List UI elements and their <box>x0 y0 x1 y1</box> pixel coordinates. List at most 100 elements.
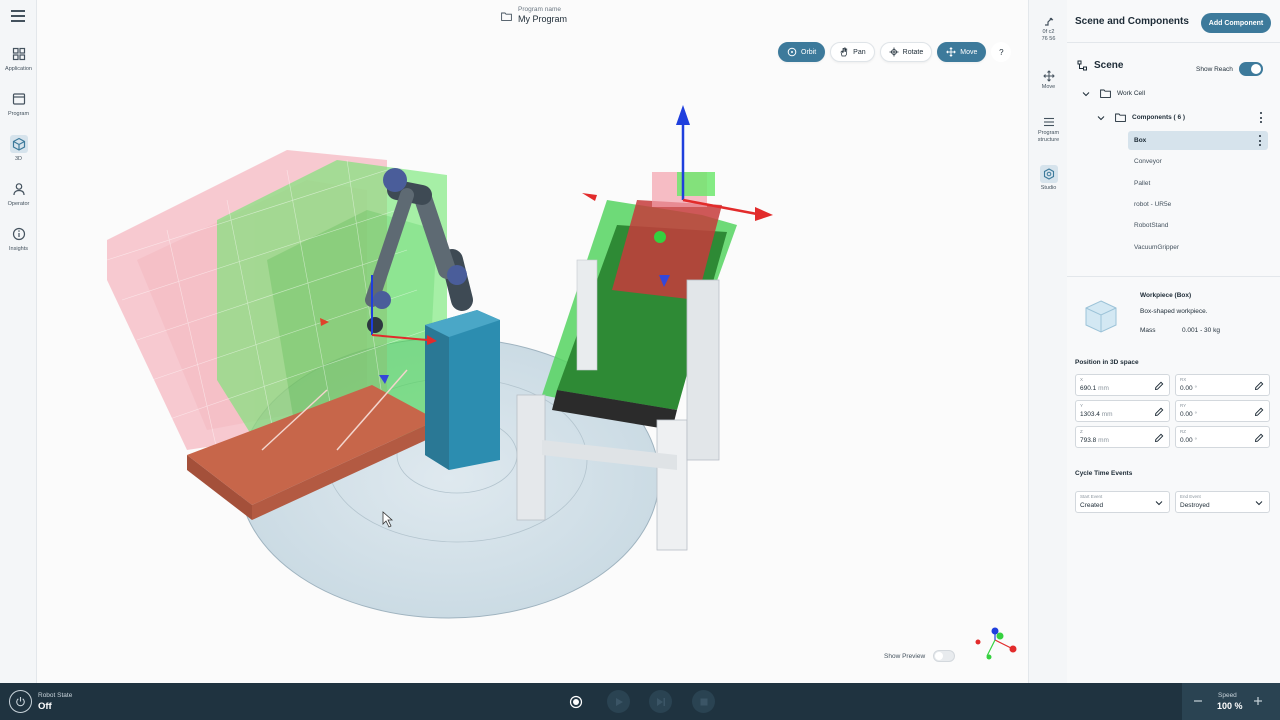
window-icon <box>12 93 25 105</box>
move-label: Move <box>960 48 978 56</box>
person-icon <box>12 183 25 196</box>
workpiece-description: Box-shaped workpiece. <box>1140 308 1208 315</box>
component-label: Pallet <box>1134 180 1151 187</box>
scene-canvas[interactable] <box>37 0 1028 683</box>
component-vacuumgripper[interactable]: VacuumGripper <box>1128 238 1268 257</box>
panel-divider <box>1067 42 1280 43</box>
nav-3d[interactable]: 3D <box>0 135 37 162</box>
z-field[interactable]: Z 793.8 mm <box>1075 426 1170 448</box>
rz-field[interactable]: RZ 0.00 ° <box>1175 426 1270 448</box>
tree-icon <box>1077 60 1087 71</box>
end-event-value: Destroyed <box>1180 502 1210 509</box>
pan-button[interactable]: Pan <box>830 42 875 62</box>
play-icon <box>615 697 623 706</box>
rotate-button[interactable]: Rotate <box>879 42 933 62</box>
y-field[interactable]: Y 1303.4 mm <box>1075 400 1170 422</box>
scene-title: Scene <box>1094 60 1124 71</box>
show-reach: Show Reach <box>1196 62 1263 76</box>
hexagon-icon <box>1043 168 1054 180</box>
stop-button[interactable] <box>692 690 715 713</box>
tree-components[interactable]: Components ( 6 ) <box>1097 113 1185 122</box>
x-field[interactable]: X 690.1 mm <box>1075 374 1170 396</box>
x-unit: mm <box>1096 385 1109 392</box>
pencil-icon[interactable] <box>1254 433 1264 443</box>
y-value: 1303.4 <box>1080 411 1100 418</box>
speed-label: Speed <box>1218 692 1237 699</box>
show-preview: Show Preview <box>884 650 956 662</box>
component-pallet[interactable]: Pallet <box>1128 174 1268 193</box>
rx-unit: ° <box>1192 385 1198 392</box>
program-header[interactable]: Program name My Program <box>501 6 567 24</box>
help-button[interactable]: ? <box>991 42 1012 62</box>
chevron-down-icon <box>1155 501 1163 506</box>
show-preview-toggle[interactable] <box>933 650 956 662</box>
component-box[interactable]: Box <box>1128 131 1268 150</box>
coordinates-readout[interactable]: 0f c2 76 56 <box>1029 15 1068 43</box>
tool-program-structure[interactable]: Program structure <box>1029 116 1068 143</box>
program-name: My Program <box>518 14 568 24</box>
tool-move[interactable]: Move <box>1029 70 1068 91</box>
component-robotstand[interactable]: RobotStand <box>1128 216 1268 235</box>
play-button[interactable] <box>607 690 630 713</box>
mass-label: Mass <box>1140 327 1156 334</box>
end-event-select[interactable]: End Event Destroyed <box>1175 491 1270 513</box>
record-button[interactable] <box>564 690 587 713</box>
left-nav: Application Program 3D Operator Insights <box>0 0 37 683</box>
start-event-label: Start Event <box>1080 494 1103 499</box>
3d-viewport[interactable]: Program name My Program Orbit Pan Rotate… <box>37 0 1028 683</box>
position-section-title: Position in 3D space <box>1075 359 1139 366</box>
tool-studio-label: Studio <box>1040 185 1057 191</box>
workpiece-box-icon <box>1085 300 1117 333</box>
pencil-icon[interactable] <box>1154 381 1164 391</box>
nav-program[interactable]: Program <box>0 90 37 117</box>
tree-work-cell[interactable]: Work Cell <box>1082 89 1145 98</box>
robot-arm-icon <box>1044 17 1053 26</box>
component-robot-ur5e[interactable]: robot - UR5e <box>1128 195 1268 214</box>
power-button[interactable] <box>9 690 32 713</box>
component-label: RobotStand <box>1134 222 1169 229</box>
crosshair-icon <box>889 47 899 57</box>
plus-icon[interactable] <box>1251 694 1265 708</box>
rx-field[interactable]: RX 0.00 ° <box>1175 374 1270 396</box>
tool-studio[interactable]: Studio <box>1029 165 1068 192</box>
nav-operator[interactable]: Operator <box>0 180 37 207</box>
tool-rail: 0f c2 76 56 Move Program structure Studi… <box>1028 0 1067 683</box>
box-more-icon[interactable] <box>1259 135 1262 146</box>
z-field-label: Z <box>1080 429 1083 434</box>
ry-field-value: 0.00 ° <box>1180 411 1197 418</box>
mass-value: 0.001 - 30 kg <box>1182 327 1220 334</box>
menu-icon[interactable] <box>11 10 25 22</box>
cube-icon <box>12 137 25 151</box>
minus-icon[interactable] <box>1191 694 1205 708</box>
move-button[interactable]: Move <box>937 42 987 62</box>
show-reach-toggle[interactable] <box>1238 62 1263 76</box>
component-conveyor[interactable]: Conveyor <box>1128 152 1268 171</box>
add-component-button[interactable]: Add Component <box>1201 13 1271 33</box>
ry-field[interactable]: RY 0.00 ° <box>1175 400 1270 422</box>
speed-value: 100 % <box>1217 701 1243 711</box>
robot-state-label: Robot State <box>38 692 73 699</box>
components-more-icon[interactable] <box>1260 112 1263 123</box>
view-toolbar: Orbit Pan Rotate Move ? <box>778 42 1012 62</box>
z-value: 793.8 <box>1080 437 1097 444</box>
ry-unit: ° <box>1192 411 1198 418</box>
record-icon <box>569 695 582 708</box>
show-preview-label: Show Preview <box>884 652 926 660</box>
chevron-down-icon <box>1082 91 1090 96</box>
start-event-select[interactable]: Start Event Created <box>1075 491 1170 513</box>
list-icon <box>1043 117 1054 127</box>
pencil-icon[interactable] <box>1254 407 1264 417</box>
program-caption: Program name <box>518 6 561 13</box>
rx-value: 0.00 <box>1180 385 1193 392</box>
rx-field-label: RX <box>1180 377 1187 382</box>
pencil-icon[interactable] <box>1154 407 1164 417</box>
cycle-section-title: Cycle Time Events <box>1075 470 1133 477</box>
nav-insights[interactable]: Insights <box>0 225 37 252</box>
step-button[interactable] <box>649 690 672 713</box>
pencil-icon[interactable] <box>1254 381 1264 391</box>
orbit-button[interactable]: Orbit <box>778 42 826 62</box>
robot-stand <box>425 310 500 470</box>
nav-application[interactable]: Application <box>0 45 37 72</box>
pencil-icon[interactable] <box>1154 433 1164 443</box>
stop-icon <box>700 698 707 705</box>
